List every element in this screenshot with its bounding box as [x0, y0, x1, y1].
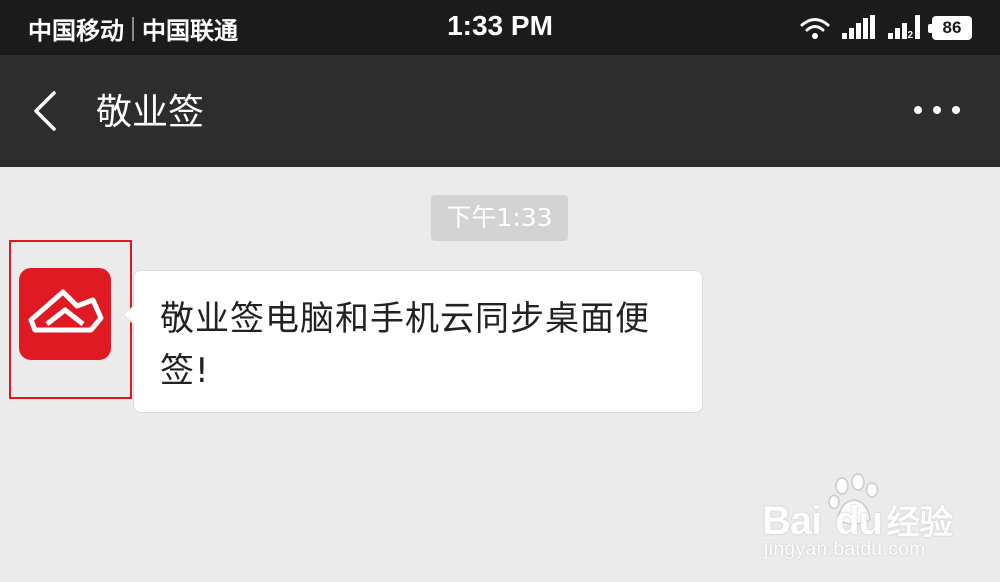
back-button[interactable]: [22, 81, 72, 141]
page-title: 敬业签: [96, 92, 205, 133]
status-bar: 中国移动 中国联通 1:33 PM 2 86: [0, 0, 1000, 55]
battery-indicator: 86: [928, 16, 972, 40]
chevron-left-icon: [34, 91, 56, 131]
signal-icon: [840, 15, 876, 41]
nav-bar: 敬业签: [0, 55, 1000, 167]
timestamp-badge: 下午1:33: [431, 195, 568, 241]
message-text: 敬业签电脑和手机云同步桌面便签!: [160, 299, 650, 391]
avatar[interactable]: [19, 268, 111, 360]
more-dot-icon: [933, 106, 941, 114]
wifi-icon: [800, 18, 830, 39]
app-logo-icon: [28, 289, 104, 333]
watermark-url: jingyan.baidu.com: [764, 539, 926, 560]
message-bubble[interactable]: 敬业签电脑和手机云同步桌面便签!: [123, 270, 703, 413]
status-icons: 2 86: [800, 14, 972, 42]
signal-2-sub: 2: [907, 30, 913, 41]
signal-2-icon: 2: [886, 15, 922, 41]
watermark-logo-bai: Bai: [762, 499, 822, 543]
watermark-logo: Bai du 经验: [762, 495, 953, 544]
watermark-logo-du: du: [835, 499, 883, 543]
more-dot-icon: [914, 106, 922, 114]
more-dot-icon: [952, 106, 960, 114]
baidu-watermark: Bai du 经验 jingyan.baidu.com: [762, 470, 972, 565]
more-button[interactable]: [914, 95, 960, 125]
watermark-logo-cjk: 经验: [886, 504, 953, 542]
